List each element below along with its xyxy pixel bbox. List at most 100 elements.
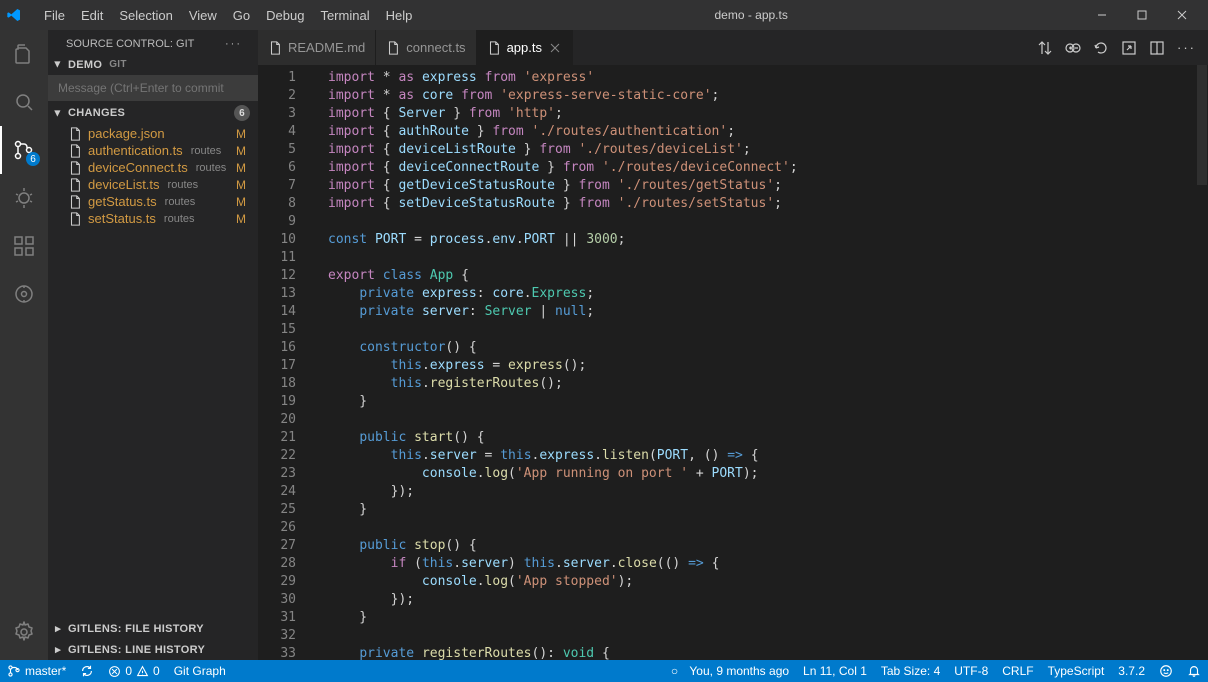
branch-status[interactable]: master* [0,660,73,682]
open-icon[interactable] [1121,40,1137,56]
file-status: M [236,127,246,141]
code-editor[interactable]: import * as express from 'express'import… [314,65,1198,660]
file-status: M [236,161,246,175]
file-name: setStatus.ts [88,211,156,226]
window-title: demo - app.ts [420,8,1082,22]
more-actions-icon[interactable]: ··· [1177,40,1196,55]
settings-gear-icon[interactable] [0,608,48,656]
file-icon [268,41,282,55]
changes-header[interactable]: ▸ CHANGES 6 [48,101,258,125]
file-dir: routes [191,145,230,157]
titlebar: FileEditSelectionViewGoDebugTerminalHelp… [0,0,1208,30]
file-icon [386,41,400,55]
scm-badge: 6 [26,152,40,166]
sync-status[interactable] [73,660,101,682]
file-status: M [236,144,246,158]
menu-help[interactable]: Help [378,4,421,27]
tab-connect-ts[interactable]: connect.ts [376,30,476,65]
file-dir: routes [165,196,230,208]
editor-actions: ··· [1025,30,1208,65]
file-name: deviceList.ts [88,177,160,192]
file-icon [68,127,82,141]
activity-bar: 6 [0,30,48,660]
blame-status[interactable]: ○ You, 9 months ago [664,660,796,682]
file-icon [68,212,82,226]
chevron-right-icon: ▸ [52,622,64,635]
file-dir: routes [196,162,230,174]
tab-label: connect.ts [406,40,465,55]
file-icon [68,144,82,158]
editor-area: README.md connect.ts app.ts ··· 1234567891… [258,30,1208,660]
ts-version[interactable]: 3.7.2 [1111,660,1152,682]
file-item[interactable]: package.json M [48,125,258,142]
menu-debug[interactable]: Debug [258,4,312,27]
search-icon[interactable] [0,78,48,126]
menubar: FileEditSelectionViewGoDebugTerminalHelp [36,4,420,27]
file-icon [68,178,82,192]
gitlens-icon[interactable] [0,270,48,318]
git-graph-status[interactable]: Git Graph [167,660,233,682]
file-item[interactable]: authentication.ts routes M [48,142,258,159]
language-status[interactable]: TypeScript [1041,660,1112,682]
tab-README-md[interactable]: README.md [258,30,376,65]
close-icon[interactable] [548,41,562,55]
chevron-down-icon: ▸ [52,59,65,71]
repo-header[interactable]: ▸ DEMO GIT [48,54,258,75]
encoding-status[interactable]: UTF-8 [947,660,995,682]
revert-icon[interactable] [1093,40,1109,56]
feedback-icon[interactable] [1152,660,1180,682]
compare-icon[interactable] [1037,40,1053,56]
menu-selection[interactable]: Selection [111,4,180,27]
menu-file[interactable]: File [36,4,73,27]
menu-terminal[interactable]: Terminal [312,4,377,27]
statusbar: master* 0 0 Git Graph ○ You, 9 months ag… [0,660,1208,682]
tab-label: README.md [288,40,365,55]
split-icon[interactable] [1149,40,1165,56]
chevron-down-icon: ▸ [52,107,65,119]
eol-status[interactable]: CRLF [995,660,1040,682]
menu-edit[interactable]: Edit [73,4,111,27]
minimize-button[interactable] [1082,0,1122,30]
file-dir: routes [164,213,230,225]
explorer-icon[interactable] [0,30,48,78]
menu-view[interactable]: View [181,4,225,27]
debug-icon[interactable] [0,174,48,222]
menu-go[interactable]: Go [225,4,258,27]
more-icon[interactable]: ··· [225,38,242,50]
tab-label: app.ts [507,40,542,55]
indent-status[interactable]: Tab Size: 4 [874,660,947,682]
file-status: M [236,195,246,209]
file-name: package.json [88,126,165,141]
cursor-position[interactable]: Ln 11, Col 1 [796,660,874,682]
commit-message-input[interactable] [48,75,258,101]
gitlens-file-history[interactable]: ▸ GITLENS: FILE HISTORY [48,618,258,639]
maximize-button[interactable] [1122,0,1162,30]
bell-icon[interactable] [1180,660,1208,682]
file-icon [68,195,82,209]
gitlens-line-history[interactable]: ▸ GITLENS: LINE HISTORY [48,639,258,660]
sidebar-title: SOURCE CONTROL: GIT ··· [48,30,258,54]
tabbar: README.md connect.ts app.ts ··· [258,30,1208,65]
file-name: authentication.ts [88,143,183,158]
file-item[interactable]: setStatus.tsroutesM [48,210,258,227]
file-name: getStatus.ts [88,194,157,209]
close-button[interactable] [1162,0,1202,30]
file-item[interactable]: deviceConnect.ts routes M [48,159,258,176]
file-icon [487,41,501,55]
chevron-right-icon: ▸ [52,643,64,656]
file-dir: routes [168,179,230,191]
sidebar: SOURCE CONTROL: GIT ··· ▸ DEMO GIT ▸ CHA… [48,30,258,660]
file-name: deviceConnect.ts [88,160,188,175]
diff-icon[interactable] [1065,40,1081,56]
extensions-icon[interactable] [0,222,48,270]
file-item[interactable]: getStatus.ts routes M [48,193,258,210]
scrollbar[interactable] [1198,65,1208,660]
changes-count-badge: 6 [234,105,250,121]
problems-status[interactable]: 0 0 [101,660,166,682]
file-item[interactable]: deviceList.tsroutesM [48,176,258,193]
source-control-icon[interactable]: 6 [0,126,48,174]
tab-app-ts[interactable]: app.ts [477,30,573,65]
vscode-logo-icon [6,7,34,23]
line-numbers: 1234567891011121314151617181920212223242… [258,65,314,660]
file-icon [68,161,82,175]
